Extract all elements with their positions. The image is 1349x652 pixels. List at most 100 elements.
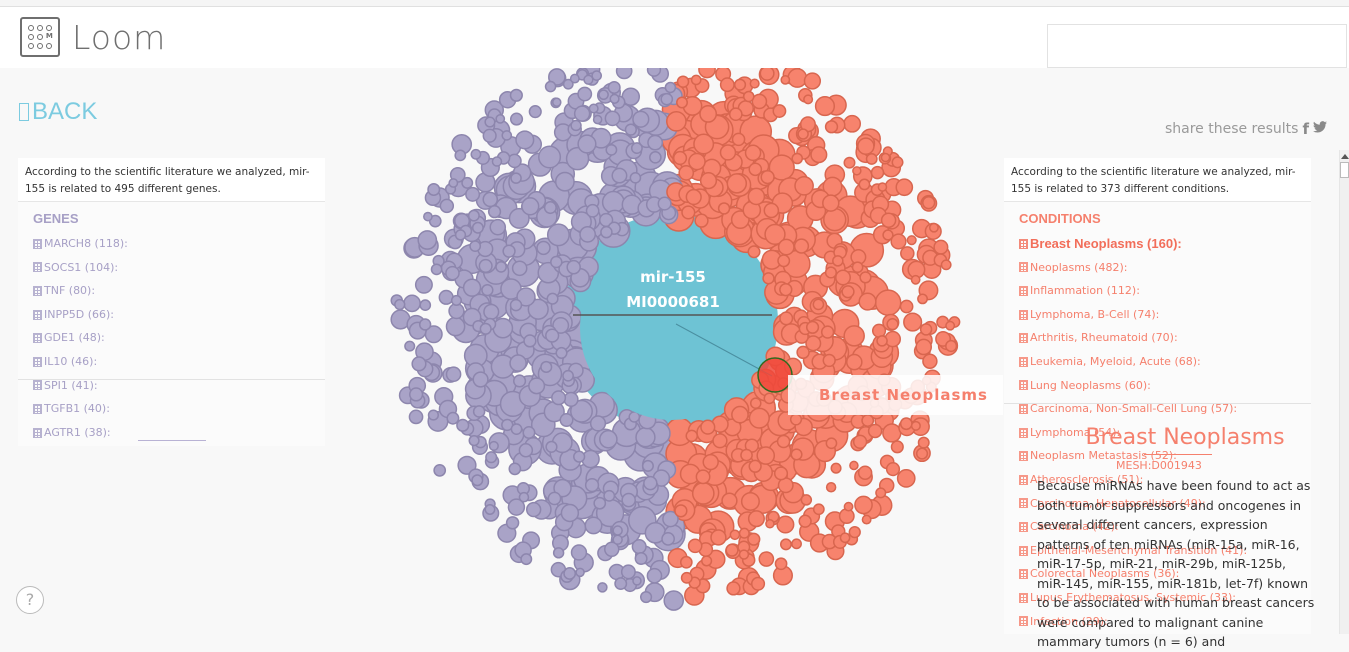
condition-item[interactable]: Inflammation (112): <box>1019 279 1311 303</box>
gene-bubble[interactable] <box>538 145 562 169</box>
condition-bubble[interactable] <box>882 229 894 241</box>
gene-bubble[interactable] <box>487 205 502 219</box>
condition-bubble[interactable] <box>748 459 762 473</box>
gene-bubble[interactable] <box>489 218 507 236</box>
condition-bubble[interactable] <box>848 526 861 539</box>
condition-bubble[interactable] <box>747 245 761 259</box>
gene-bubble[interactable] <box>575 567 585 578</box>
gene-bubble[interactable] <box>550 255 563 269</box>
condition-bubble[interactable] <box>822 194 840 212</box>
condition-bubble[interactable] <box>940 259 952 271</box>
condition-bubble[interactable] <box>843 156 856 169</box>
condition-bubble[interactable] <box>690 74 702 86</box>
condition-bubble[interactable] <box>748 407 770 429</box>
gene-bubble[interactable] <box>488 440 499 451</box>
condition-bubble[interactable] <box>922 353 938 369</box>
condition-bubble[interactable] <box>820 325 835 339</box>
condition-bubble[interactable] <box>929 222 939 233</box>
gene-bubble[interactable] <box>414 275 433 294</box>
gene-bubble[interactable] <box>522 426 536 440</box>
logo[interactable]: M Loom <box>20 17 166 57</box>
gene-bubble[interactable] <box>468 435 480 447</box>
gene-bubble[interactable] <box>417 230 438 250</box>
gene-bubble[interactable] <box>614 577 628 591</box>
condition-bubble[interactable] <box>857 137 875 156</box>
condition-bubble[interactable] <box>810 146 828 164</box>
condition-bubble[interactable] <box>825 437 838 450</box>
condition-bubble[interactable] <box>742 90 755 103</box>
gene-bubble[interactable] <box>445 366 462 383</box>
gene-bubble[interactable] <box>478 258 493 273</box>
gene-item[interactable]: INPP5D (66): <box>33 303 325 327</box>
condition-item-selected[interactable]: Breast Neoplasms (160): <box>1019 232 1311 256</box>
gene-bubble[interactable] <box>563 567 577 580</box>
condition-bubble[interactable] <box>796 345 810 360</box>
condition-bubble[interactable] <box>861 414 875 427</box>
gene-bubble[interactable] <box>454 149 467 162</box>
condition-bubble[interactable] <box>693 133 715 155</box>
gene-bubble[interactable] <box>559 413 574 427</box>
gene-bubble[interactable] <box>570 544 588 561</box>
gene-bubble[interactable] <box>528 105 542 119</box>
gene-bubble[interactable] <box>612 525 623 536</box>
gene-bubble[interactable] <box>518 443 534 458</box>
condition-bubble[interactable] <box>843 325 865 347</box>
gene-bubble[interactable] <box>632 576 642 586</box>
gene-bubble[interactable] <box>577 134 597 154</box>
gene-bubble[interactable] <box>462 278 482 297</box>
help-button[interactable]: ? <box>16 586 44 614</box>
condition-bubble[interactable] <box>691 482 715 505</box>
gene-bubble[interactable] <box>467 209 480 222</box>
condition-bubble[interactable] <box>681 205 696 220</box>
scroll-up-icon[interactable] <box>1341 154 1349 159</box>
condition-bubble[interactable] <box>758 551 775 567</box>
condition-bubble[interactable] <box>915 447 929 460</box>
gene-bubble[interactable] <box>508 462 522 476</box>
condition-bubble[interactable] <box>738 549 750 560</box>
gene-bubble[interactable] <box>588 103 599 114</box>
gene-bubble[interactable] <box>485 451 498 464</box>
gene-bubble[interactable] <box>552 547 565 559</box>
gene-bubble[interactable] <box>439 198 455 214</box>
condition-bubble[interactable] <box>899 299 914 314</box>
gene-bubble[interactable] <box>609 93 620 104</box>
condition-bubble[interactable] <box>676 96 688 109</box>
gene-bubble[interactable] <box>411 356 427 372</box>
condition-bubble[interactable] <box>748 162 763 177</box>
condition-bubble[interactable] <box>747 532 761 546</box>
gene-bubble[interactable] <box>404 340 416 352</box>
condition-bubble[interactable] <box>780 74 791 85</box>
gene-bubble[interactable] <box>394 298 406 311</box>
condition-bubble[interactable] <box>880 152 891 163</box>
condition-bubble[interactable] <box>865 153 878 165</box>
condition-bubble[interactable] <box>824 120 839 134</box>
gene-bubble[interactable] <box>430 263 443 276</box>
gene-bubble[interactable] <box>471 474 484 487</box>
condition-bubble[interactable] <box>882 423 902 443</box>
condition-bubble[interactable] <box>744 144 762 162</box>
condition-bubble[interactable] <box>854 495 873 515</box>
condition-bubble[interactable] <box>701 555 713 567</box>
gene-bubble[interactable] <box>554 171 575 192</box>
condition-bubble[interactable] <box>891 156 904 169</box>
condition-bubble[interactable] <box>899 417 913 431</box>
gene-bubble[interactable] <box>513 374 527 388</box>
gene-bubble[interactable] <box>569 73 580 84</box>
condition-bubble[interactable] <box>729 529 741 541</box>
gene-bubble[interactable] <box>639 590 653 604</box>
selected-condition-bubble[interactable] <box>757 357 793 393</box>
gene-bubble[interactable] <box>643 475 658 491</box>
condition-bubble[interactable] <box>760 169 775 185</box>
gene-bubble[interactable] <box>660 92 674 106</box>
condition-bubble[interactable] <box>867 423 883 439</box>
condition-item[interactable]: Leukemia, Myeloid, Acute (68): <box>1019 350 1311 374</box>
gene-bubble[interactable] <box>603 489 616 502</box>
gene-bubble[interactable] <box>599 429 618 449</box>
condition-bubble[interactable] <box>895 178 914 197</box>
gene-bubble[interactable] <box>409 387 424 402</box>
gene-bubble[interactable] <box>505 516 520 530</box>
gene-bubble[interactable] <box>630 142 643 155</box>
gene-bubble[interactable] <box>664 81 677 94</box>
condition-item[interactable]: Arthritis, Rheumatoid (70): <box>1019 326 1311 350</box>
gene-bubble[interactable] <box>484 504 496 515</box>
